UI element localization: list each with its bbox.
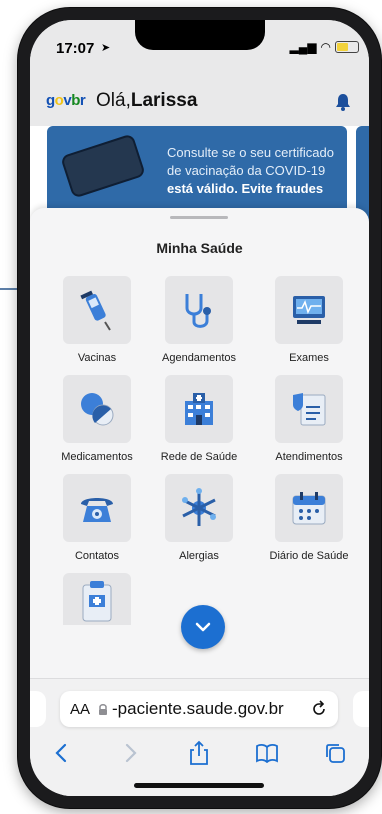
monitor-icon [293, 296, 325, 324]
book-icon [256, 744, 278, 763]
tile-agendamentos[interactable]: Agendamentos [144, 276, 254, 364]
notch [135, 20, 265, 50]
browser-toolbar [30, 735, 369, 771]
sheet-title: Minha Saúde [156, 240, 243, 256]
previous-tab-peek[interactable] [30, 691, 46, 727]
battery-icon [335, 41, 359, 53]
share-icon [190, 740, 208, 765]
home-indicator [134, 783, 264, 788]
tile-exames[interactable]: Exames [254, 276, 364, 364]
status-icons: ▂▄▆ ◠ [290, 40, 359, 54]
tile-label: Diário de Saúde [269, 550, 349, 562]
lock-icon [99, 703, 108, 715]
tile-label: Alergias [179, 550, 219, 562]
calendar-icon [292, 492, 326, 525]
share-button[interactable] [184, 739, 214, 767]
allergy-icon [182, 488, 216, 526]
tile-clipboard[interactable] [42, 573, 152, 625]
medical-record-icon [293, 393, 326, 426]
bookmarks-button[interactable] [252, 739, 282, 767]
pills-icon [81, 393, 114, 426]
phone-screen: 17:07 ➤ ▂▄▆ ◠ govbr Olá,Larissa Consulte… [30, 20, 369, 796]
tile-alergias[interactable]: Alergias [144, 474, 254, 562]
tile-vacinas[interactable]: Vacinas [42, 276, 152, 364]
telephone-icon [81, 498, 113, 522]
status-time: 17:07 [56, 40, 95, 57]
wifi-icon: ◠ [320, 40, 331, 54]
phone-frame: 17:07 ➤ ▂▄▆ ◠ govbr Olá,Larissa Consulte… [18, 8, 381, 808]
hospital-icon [185, 393, 213, 425]
vaccine-icon [80, 290, 111, 331]
tabs-icon [326, 744, 345, 763]
stethoscope-icon [185, 294, 211, 328]
reload-icon[interactable] [310, 700, 328, 718]
govbr-logo[interactable]: govbr [46, 92, 86, 109]
clipboard-icon [82, 581, 112, 622]
tile-label: Atendimentos [275, 451, 343, 463]
location-arrow-icon: ➤ [101, 42, 111, 54]
banner-text: Consulte se o seu certificado de vacinaç… [167, 145, 334, 196]
phone-illustration [60, 133, 146, 199]
tile-label: Medicamentos [61, 451, 133, 463]
back-button[interactable] [46, 739, 76, 767]
browser-chrome: AA -paciente.saude.gov.br [30, 678, 369, 796]
greeting-prefix: Olá, [96, 90, 131, 111]
next-tab-peek[interactable] [353, 691, 369, 727]
tile-label: Rede de Saúde [160, 451, 238, 463]
chevron-down-icon [195, 622, 211, 632]
reader-settings-button[interactable]: AA [70, 701, 90, 718]
user-name: Larissa [130, 90, 198, 111]
tile-diario-de-saude[interactable]: Diário de Saúde [254, 474, 364, 562]
tabs-button[interactable] [320, 739, 350, 767]
collapse-sheet-button[interactable] [181, 605, 225, 649]
url-text: -paciente.saude.gov.br [112, 699, 284, 718]
chevron-right-icon [125, 743, 137, 763]
tile-contatos[interactable]: Contatos [42, 474, 152, 562]
minha-saude-sheet: Minha Saúde Vacinas Agendamentos Exames … [30, 208, 369, 678]
sheet-handle[interactable] [170, 216, 228, 219]
tile-label: Contatos [74, 550, 120, 562]
address-bar[interactable]: AA -paciente.saude.gov.br [60, 691, 338, 727]
forward-button[interactable] [116, 739, 146, 767]
chevron-left-icon [55, 743, 67, 763]
greeting: Olá,Larissa [96, 90, 197, 112]
tile-label: Agendamentos [162, 352, 236, 364]
app-header: govbr Olá,Larissa [30, 66, 369, 126]
tile-medicamentos[interactable]: Medicamentos [42, 375, 152, 463]
notification-bell-icon[interactable] [335, 93, 351, 111]
signal-icon: ▂▄▆ [289, 40, 317, 54]
tile-label: Exames [289, 352, 329, 364]
tile-rede-de-saude[interactable]: Rede de Saúde [144, 375, 254, 463]
tile-label: Vacinas [77, 352, 117, 364]
status-bar: 17:07 ➤ ▂▄▆ ◠ [30, 20, 369, 66]
tile-atendimentos[interactable]: Atendimentos [254, 375, 364, 463]
